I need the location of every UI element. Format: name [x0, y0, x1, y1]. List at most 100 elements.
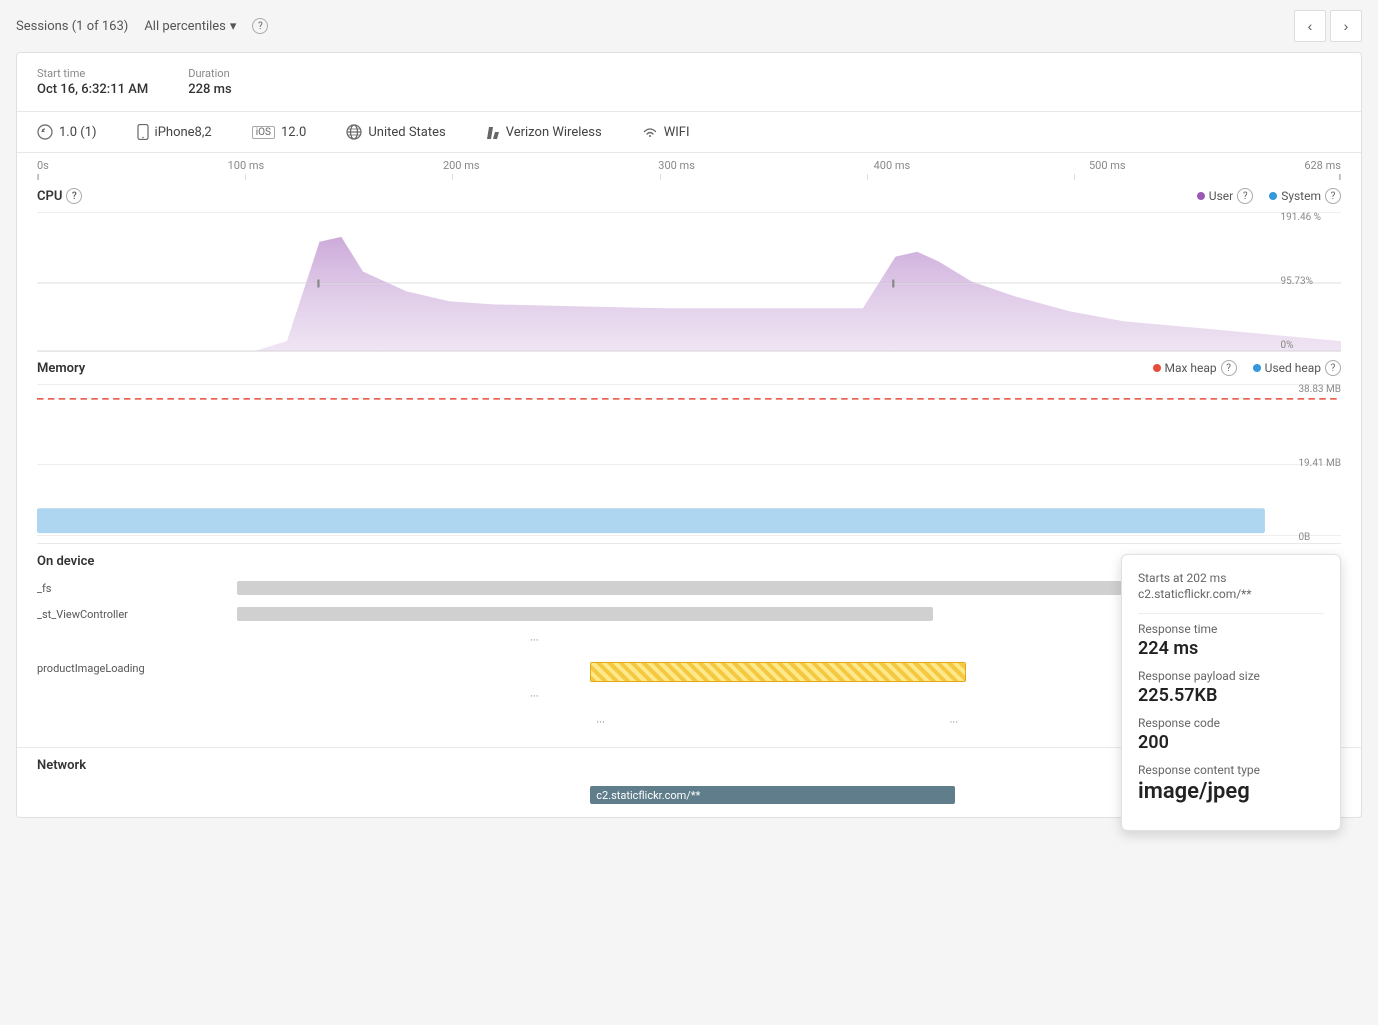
nav-buttons: ‹ ›	[1294, 10, 1362, 42]
cpu-legend: User ? System ?	[1197, 188, 1341, 204]
tooltip-code: Response code 200	[1138, 716, 1324, 753]
network-bar[interactable]: c2.staticflickr.com/**	[590, 786, 954, 804]
top-bar: Sessions (1 of 163) All percentiles ▾ ? …	[0, 0, 1378, 52]
ios-icon: iOS	[252, 126, 275, 139]
device-model: iPhone8,2	[137, 124, 212, 140]
tooltip-popup: Starts at 202 ms c2.staticflickr.com/** …	[1121, 554, 1341, 831]
tooltip-content-type-value: image/jpeg	[1138, 779, 1324, 804]
trace-dots-3[interactable]: ···	[590, 714, 611, 731]
ruler-tick-line	[37, 174, 1341, 180]
device-country: United States	[346, 124, 445, 140]
cpu-user-area	[37, 237, 1341, 351]
network-value: WIFI	[664, 125, 690, 140]
tooltip-divider1	[1138, 613, 1324, 614]
start-time-value: Oct 16, 6:32:11 AM	[37, 82, 148, 97]
trace-bar-fs	[237, 581, 1164, 595]
tooltip-payload: Response payload size 225.57KB	[1138, 669, 1324, 706]
ruler-628ms: 628 ms	[1304, 159, 1341, 172]
ruler-200ms: 200 ms	[443, 159, 480, 172]
memory-section-header: Memory Max heap ? Used heap ?	[17, 352, 1361, 384]
used-heap-dot	[1253, 364, 1261, 372]
user-dot	[1197, 192, 1205, 200]
system-dot	[1269, 192, 1277, 200]
memory-chart: 38.83 MB 19.41 MB 0B	[37, 384, 1341, 544]
trace-dots-4[interactable]: ···	[944, 714, 965, 731]
memory-chart-wrapper: 38.83 MB 19.41 MB 0B	[17, 384, 1361, 544]
cpu-legend-system: System ?	[1269, 188, 1341, 204]
version-value: 1.0 (1)	[59, 125, 97, 140]
session-info: Start time Oct 16, 6:32:11 AM Duration 2…	[17, 53, 1361, 112]
duration-label: Duration	[188, 67, 231, 80]
cpu-marker	[317, 280, 319, 288]
max-heap-dot	[1153, 364, 1161, 372]
percentile-selector[interactable]: All percentiles ▾	[144, 19, 236, 34]
signal-icon	[486, 125, 500, 139]
used-heap-help-icon[interactable]: ?	[1325, 360, 1341, 376]
memory-legend: Max heap ? Used heap ?	[1153, 360, 1342, 376]
cpu-system-help-icon[interactable]: ?	[1325, 188, 1341, 204]
help-icon[interactable]: ?	[252, 18, 268, 34]
cpu-user-label: User	[1209, 189, 1233, 203]
used-heap-bar	[37, 508, 1265, 533]
cpu-section-header: CPU ? User ? System ?	[17, 180, 1361, 212]
trace-label-product: productImageLoading	[37, 662, 237, 675]
country-value: United States	[368, 125, 445, 140]
network-bar-label: c2.staticflickr.com/**	[596, 789, 700, 802]
cpu-svg	[37, 212, 1341, 351]
device-carrier: Verizon Wireless	[486, 125, 602, 140]
chevron-down-icon: ▾	[230, 19, 237, 34]
memory-label: Memory	[37, 361, 85, 376]
timeline-ruler: 0s 100 ms 200 ms 300 ms 400 ms 500 ms 62…	[17, 153, 1361, 180]
cpu-user-help-icon[interactable]: ?	[1237, 188, 1253, 204]
ruler-300ms: 300 ms	[658, 159, 695, 172]
trace-bar-stvc	[237, 607, 933, 621]
cpu-system-label: System	[1281, 189, 1321, 203]
tooltip-response-time-value: 224 ms	[1138, 638, 1324, 659]
sessions-label: Sessions (1 of 163)	[16, 19, 128, 34]
tooltip-payload-value: 225.57KB	[1138, 685, 1324, 706]
prev-button[interactable]: ‹	[1294, 10, 1326, 42]
tooltip-payload-label: Response payload size	[1138, 669, 1324, 683]
memory-legend-max: Max heap ?	[1153, 360, 1237, 376]
tooltip-response-time: Response time 224 ms	[1138, 622, 1324, 659]
main-card: Start time Oct 16, 6:32:11 AM Duration 2…	[16, 52, 1362, 818]
memory-title: Memory	[37, 361, 85, 376]
device-network: WIFI	[642, 125, 690, 140]
tooltip-url: c2.staticflickr.com/**	[1138, 587, 1324, 601]
ondevice-section: On device _fs _st_ViewController ··· pro…	[17, 544, 1361, 748]
start-time-label: Start time	[37, 67, 148, 80]
cpu-help-icon[interactable]: ?	[66, 188, 82, 204]
cpu-chart: 191.46 % 95.73% 0%	[37, 212, 1341, 352]
cpu-chart-wrapper: 191.46 % 95.73% 0%	[17, 212, 1361, 352]
max-heap-help-icon[interactable]: ?	[1221, 360, 1237, 376]
next-button[interactable]: ›	[1330, 10, 1362, 42]
device-os: iOS 12.0	[252, 125, 307, 140]
cpu-title: CPU ?	[37, 188, 82, 204]
trace-label-fs: _fs	[37, 582, 237, 595]
cpu-section: CPU ? User ? System ?	[17, 180, 1361, 352]
cpu-legend-user: User ?	[1197, 188, 1253, 204]
tooltip-code-value: 200	[1138, 732, 1324, 753]
max-heap-label: Max heap	[1165, 361, 1217, 375]
trace-dots-2[interactable]: ···	[524, 688, 545, 705]
ruler-0s: 0s	[37, 159, 49, 172]
ruler-400ms: 400 ms	[874, 159, 911, 172]
memory-svg	[37, 384, 1341, 543]
wifi-icon	[642, 126, 658, 138]
memory-section: Memory Max heap ? Used heap ?	[17, 352, 1361, 544]
os-value: 12.0	[281, 125, 306, 140]
globe-icon	[346, 124, 362, 140]
trace-dots-1[interactable]: ···	[524, 632, 545, 649]
model-value: iPhone8,2	[155, 125, 212, 140]
start-time-group: Start time Oct 16, 6:32:11 AM	[37, 67, 148, 97]
used-heap-label: Used heap	[1265, 361, 1321, 375]
ruler-labels: 0s 100 ms 200 ms 300 ms 400 ms 500 ms 62…	[37, 159, 1341, 172]
cpu-label: CPU	[37, 189, 62, 204]
tooltip-starts: Starts at 202 ms	[1138, 571, 1324, 585]
percentile-label: All percentiles	[144, 19, 226, 34]
cpu-marker2	[892, 280, 894, 288]
memory-legend-used: Used heap ?	[1253, 360, 1341, 376]
phone-icon	[137, 124, 149, 140]
duration-group: Duration 228 ms	[188, 67, 231, 97]
trace-label-stvc: _st_ViewController	[37, 608, 237, 621]
